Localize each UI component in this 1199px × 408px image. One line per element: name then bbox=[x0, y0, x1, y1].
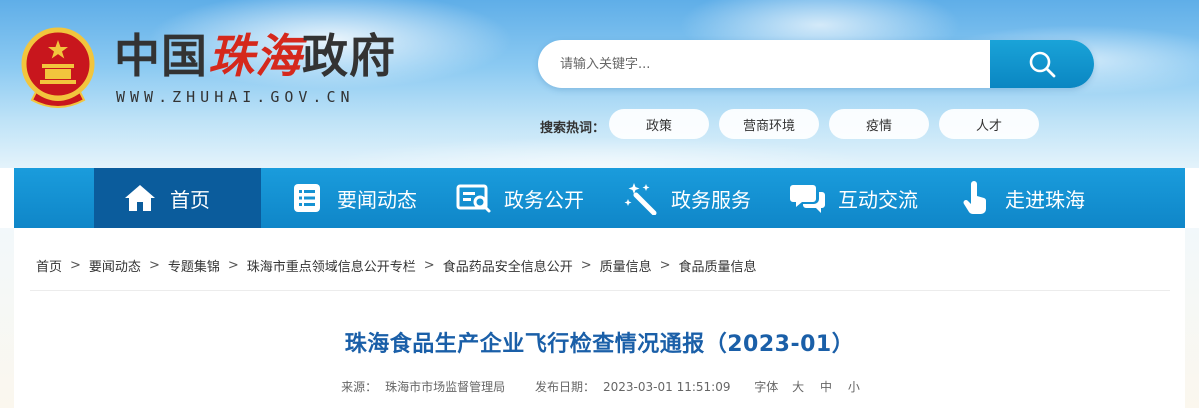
document-search-icon bbox=[456, 180, 492, 216]
breadcrumb-separator: > bbox=[659, 258, 671, 273]
national-emblem-icon bbox=[18, 26, 98, 108]
font-size-large-button[interactable]: 大 bbox=[792, 380, 804, 394]
breadcrumb-separator: > bbox=[580, 258, 592, 273]
home-icon bbox=[122, 180, 158, 216]
nav-label-gov-affairs: 政务公开 bbox=[504, 187, 584, 212]
main-nav: 首页 要闻动态 政务公开 政务服务 互动交流 走进珠海 bbox=[14, 168, 1185, 228]
nav-item-news[interactable]: 要闻动态 bbox=[261, 168, 428, 228]
divider bbox=[30, 290, 1170, 291]
breadcrumb-food-quality-info[interactable]: 食品质量信息 bbox=[679, 256, 757, 275]
hot-tag-policy[interactable]: 政策 bbox=[609, 109, 709, 139]
font-size-medium-button[interactable]: 中 bbox=[820, 380, 832, 394]
source-value: 珠海市市场监督管理局 bbox=[385, 380, 506, 394]
hot-tag-talent[interactable]: 人才 bbox=[939, 109, 1039, 139]
wand-icon bbox=[623, 180, 659, 216]
hot-search-label: 搜索热词： bbox=[540, 121, 606, 136]
breadcrumb: 首页 > 要闻动态 > 专题集锦 > 珠海市重点领域信息公开专栏 > 食品药品安… bbox=[36, 256, 757, 275]
breadcrumb-separator: > bbox=[423, 258, 435, 273]
breadcrumb-separator: > bbox=[148, 258, 160, 273]
nav-item-home[interactable]: 首页 bbox=[94, 168, 261, 228]
source-label: 来源： 珠海市市场监督管理局 bbox=[341, 380, 506, 394]
chat-icon bbox=[790, 180, 826, 216]
nav-item-about-zhuhai[interactable]: 走进珠海 bbox=[929, 168, 1096, 228]
nav-label-interaction: 互动交流 bbox=[838, 187, 918, 212]
logo-accent-text: 珠海 bbox=[208, 29, 302, 83]
article-title: 珠海食品生产企业飞行检查情况通报（2023-01） bbox=[344, 332, 855, 357]
hot-tag-epidemic[interactable]: 疫情 bbox=[829, 109, 929, 139]
nav-item-gov-affairs[interactable]: 政务公开 bbox=[428, 168, 595, 228]
article-meta: 来源： 珠海市市场监督管理局 发布日期： 2023-03-01 11:51:09 字… bbox=[14, 378, 1185, 395]
breadcrumb-topics[interactable]: 专题集锦 bbox=[168, 256, 220, 275]
publish-date-value: 2023-03-01 11:51:09 bbox=[603, 380, 731, 394]
nav-label-news: 要闻动态 bbox=[337, 187, 417, 212]
breadcrumb-news[interactable]: 要闻动态 bbox=[89, 256, 141, 275]
publish-date: 发布日期： 2023-03-01 11:51:09 bbox=[535, 380, 731, 394]
breadcrumb-key-areas[interactable]: 珠海市重点领域信息公开专栏 bbox=[247, 256, 416, 275]
font-size-small-button[interactable]: 小 bbox=[848, 380, 860, 394]
nav-item-gov-services[interactable]: 政务服务 bbox=[595, 168, 762, 228]
search-icon bbox=[1029, 51, 1056, 78]
site-logo[interactable]: 中国珠海政府 bbox=[114, 28, 396, 84]
nav-label-gov-services: 政务服务 bbox=[671, 187, 751, 212]
breadcrumb-food-drug-safety[interactable]: 食品药品安全信息公开 bbox=[443, 256, 573, 275]
search-button[interactable] bbox=[990, 40, 1094, 88]
nav-label-about-zhuhai: 走进珠海 bbox=[1005, 187, 1085, 212]
search-bar bbox=[538, 40, 1094, 88]
search-input[interactable] bbox=[538, 40, 988, 88]
font-size-label: 字体 bbox=[754, 380, 779, 394]
hot-tag-business-env[interactable]: 营商环境 bbox=[719, 109, 819, 139]
breadcrumb-quality-info[interactable]: 质量信息 bbox=[600, 256, 652, 275]
page-side-right bbox=[1185, 228, 1199, 408]
breadcrumb-home[interactable]: 首页 bbox=[36, 256, 62, 275]
breadcrumb-separator: > bbox=[70, 258, 81, 273]
site-url: WWW.ZHUHAI.GOV.CN bbox=[116, 88, 355, 106]
breadcrumb-separator: > bbox=[227, 258, 239, 273]
nav-item-interaction[interactable]: 互动交流 bbox=[762, 168, 929, 228]
hand-pointer-icon bbox=[957, 180, 993, 216]
list-icon bbox=[289, 180, 325, 216]
nav-label-home: 首页 bbox=[170, 187, 210, 212]
page-side-left bbox=[0, 228, 14, 408]
